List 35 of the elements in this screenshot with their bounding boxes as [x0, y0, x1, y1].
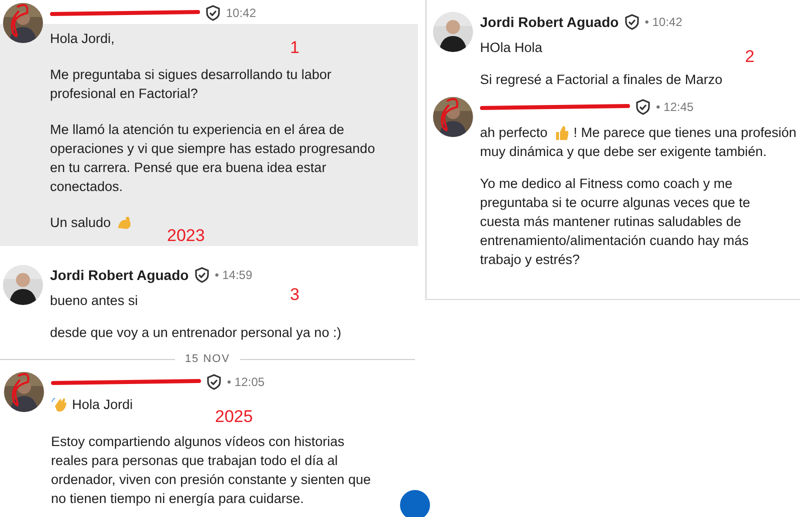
sender-name: Jordi Robert Aguado [480, 12, 619, 32]
message-text: ah perfecto [480, 124, 548, 142]
verified-icon [194, 267, 210, 283]
message-time: • 12:05 [227, 374, 265, 390]
annotation-number: 3 [290, 285, 300, 305]
annotation-number: 2 [745, 47, 754, 67]
message-text: bueno antes si [50, 292, 138, 310]
message-text: Me preguntaba si sigues desarrollando tu labor profesional en Factorial? [50, 66, 332, 103]
verified-icon [624, 14, 640, 30]
message-time: • 10:42 [644, 14, 682, 30]
annotation-year: 2025 [215, 407, 253, 427]
date-divider: 15 NOV [184, 352, 230, 367]
message-text: Me llamó la atención tu experiencia en el área de operaciones y vi que siempre has estado progresando en tu carrera. Pensé que era buena idea estar conectados. [50, 121, 376, 196]
verified-icon [205, 5, 221, 21]
flexed-arm-icon [116, 214, 132, 231]
message-text: Hola Jordi, [50, 30, 115, 48]
annotation-year: 2023 [167, 226, 205, 246]
message-time: 10:42 [226, 4, 256, 22]
message-text: Hola Jordi [72, 396, 133, 414]
message-text: Un saludo [50, 214, 111, 232]
message-text: desde que voy a un entrenador personal ya no :) [50, 324, 342, 342]
message-time: • 14:59 [214, 266, 252, 284]
message-time: • 12:45 [656, 98, 694, 116]
message-text: HOla Hola [480, 39, 542, 57]
sender-name: Jordi Robert Aguado [50, 266, 189, 284]
message-text: ! Me parece que tienes una profesión [574, 124, 796, 142]
annotation-number: 1 [290, 38, 300, 58]
chat-button[interactable] [400, 490, 430, 517]
verified-icon [206, 374, 222, 390]
waving-hand-icon [51, 396, 67, 413]
message-text: Yo me dedico al Fitness como coach y me preguntaba si te ocurre algunas veces que te cuesta más mantener rutinas saludables de entrenamiento/alimentación cuando hay más trabajo y estrés? [480, 175, 752, 269]
message-text: Si regresé a Factorial a finales de Marzo [480, 71, 722, 89]
message-text: muy dinámica y que debe ser exigente también. [480, 143, 767, 161]
message-text: Estoy compartiendo algunos vídeos con historias reales para personas que trabajan todo el día al ordenador, viven con presión constante y sienten que no tienen tiempo ni energía para cuidarse. [51, 433, 372, 508]
verified-icon [635, 99, 651, 115]
